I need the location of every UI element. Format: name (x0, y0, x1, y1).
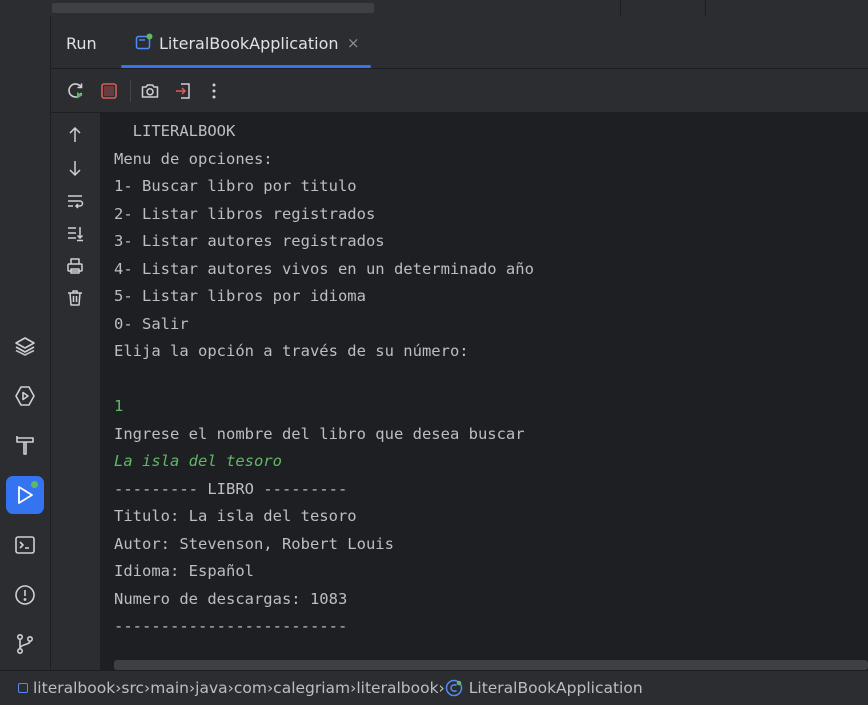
soft-wrap-icon (68, 195, 84, 209)
warning-circle-icon (15, 585, 35, 605)
breadcrumb-label: calegriam (273, 679, 351, 697)
breadcrumb-item[interactable]: com (234, 679, 267, 697)
clear-all-button[interactable] (63, 286, 87, 310)
problems-button[interactable] (6, 576, 44, 614)
run-panel-header: Run LiteralBookApplication × (51, 16, 868, 69)
console-lines: LITERALBOOK Menu de opciones: 1- Buscar li… (114, 118, 534, 641)
camera-icon (141, 84, 159, 98)
terminal-icon (15, 536, 35, 554)
rerun-icon (68, 83, 83, 99)
console-line: ​ (114, 366, 534, 394)
scroll-to-end-icon (68, 227, 84, 242)
breadcrumb-item[interactable]: calegriam (273, 679, 350, 697)
tab-close-button[interactable]: × (347, 34, 360, 52)
toolbar-separator (130, 80, 131, 102)
more-options-button[interactable] (201, 78, 227, 104)
git-button[interactable] (6, 625, 44, 663)
breadcrumb-label: src (121, 679, 145, 697)
breadcrumb-label: literalbook (356, 679, 439, 697)
application-run-icon (135, 33, 153, 50)
console-line: Numero de descargas: 1083 (114, 589, 348, 608)
console-user-input: 1 (114, 397, 124, 415)
breadcrumb: literalbook › src › main › java › com › calegriam ›… (0, 670, 868, 705)
terminal-button[interactable] (6, 526, 44, 564)
breadcrumb-item[interactable]: literalbook (18, 679, 115, 697)
console-line: Autor: Stevenson, Robert Louis (114, 534, 394, 553)
console-line: 0- Salir (114, 314, 189, 333)
breadcrumb-item[interactable]: literalbook (356, 679, 438, 697)
breadcrumb-item[interactable]: java (195, 679, 227, 697)
run-tool-button[interactable] (6, 476, 44, 514)
console-line: Idioma: Español (114, 562, 254, 580)
services-layers-button[interactable] (6, 327, 44, 365)
top-strip (0, 0, 868, 17)
screenshot-button[interactable] (137, 78, 163, 104)
breadcrumb-label: com (233, 679, 267, 697)
rerun-button[interactable] (63, 78, 89, 104)
console-line: 1- Buscar libro por titulo (114, 177, 357, 195)
console-line: 5- Listar libros por idioma (114, 287, 366, 305)
more-vertical-icon (212, 83, 216, 99)
scroll-up-button[interactable] (63, 123, 87, 147)
run-toolbar (51, 69, 868, 113)
breadcrumb-label: literalbook (33, 679, 116, 697)
scroll-down-button[interactable] (63, 156, 87, 180)
active-tab-indicator (121, 65, 371, 68)
console-line: Ingrese el nombre del libro que desea bu… (114, 424, 525, 443)
module-icon (18, 683, 28, 693)
stop-icon (101, 83, 117, 99)
console-line: Titulo: La isla del tesoro (114, 507, 357, 525)
stop-button[interactable] (96, 78, 122, 104)
breadcrumb-item[interactable]: LiteralBookApplication (445, 679, 643, 697)
scroll-to-end-button[interactable] (63, 221, 87, 245)
console-line: Menu de opciones: (114, 149, 273, 168)
services-icon (15, 386, 35, 406)
breadcrumb-item[interactable]: main (150, 679, 189, 697)
console-line: LITERALBOOK (114, 122, 236, 140)
console-line: ------------------------- (114, 617, 348, 635)
tool-window-strip (0, 16, 51, 670)
spring-class-icon (445, 679, 462, 697)
services-button[interactable] (6, 377, 44, 415)
breadcrumb-item[interactable]: src (121, 679, 144, 697)
printer-icon (67, 258, 83, 274)
console-line: 3- Listar autores registrados (114, 232, 385, 250)
run-panel-title: Run (66, 34, 97, 53)
arrow-down-icon (69, 161, 81, 177)
hammer-icon (16, 436, 34, 455)
breadcrumb-label: java (195, 679, 228, 697)
breadcrumb-label: LiteralBookApplication (468, 679, 643, 697)
exit-icon (176, 83, 190, 99)
layers-icon (15, 337, 35, 356)
tab-literalbook-application[interactable]: LiteralBookApplication × (121, 16, 371, 68)
horizontal-scrollbar[interactable] (114, 660, 868, 670)
tab-label: LiteralBookApplication (159, 34, 339, 53)
running-indicator (31, 481, 38, 488)
console-line: 2- Listar libros registrados (114, 204, 376, 223)
soft-wrap-button[interactable] (63, 189, 87, 213)
arrow-up-icon (69, 126, 81, 142)
divider (705, 0, 706, 16)
breadcrumb-label: main (150, 679, 189, 697)
console-output[interactable]: LITERALBOOK Menu de opciones: 1- Buscar li… (100, 113, 868, 670)
console-user-input: La isla del tesoro (114, 452, 282, 470)
trash-icon (68, 290, 82, 306)
editor-scrollbar[interactable] (52, 3, 374, 13)
console-line: 4- Listar autores vivos en un determinad… (114, 259, 534, 278)
console-line: --------- LIBRO --------- (114, 479, 348, 498)
build-button[interactable] (6, 426, 44, 464)
restore-layout-button[interactable] (170, 78, 196, 104)
divider (620, 0, 621, 16)
console-actions-gutter (51, 113, 99, 670)
print-button[interactable] (63, 254, 87, 278)
console-line: Elija la opción a través de su número: (114, 342, 469, 360)
git-branch-icon (17, 633, 34, 654)
